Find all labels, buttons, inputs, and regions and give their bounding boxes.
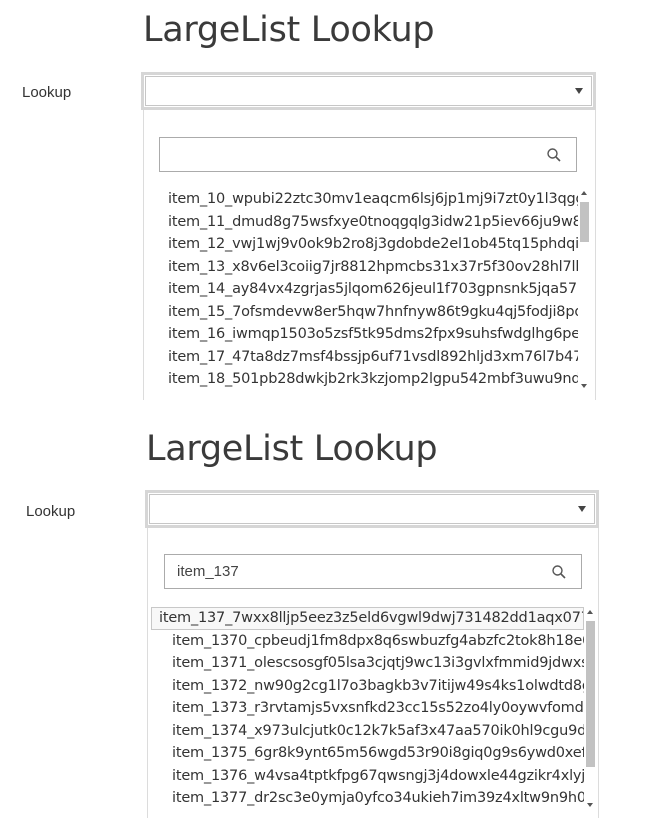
list-item[interactable]: item_10_wpubi22ztc30mv1eaqcm6lsj6jp1mj9i…: [160, 188, 580, 211]
list-item[interactable]: item_17_47ta8dz7msf4bssjp6uf71vsdl892hlj…: [160, 346, 580, 369]
chevron-down-icon[interactable]: [575, 88, 583, 94]
lookup-combobox-value: [145, 76, 592, 106]
list-item[interactable]: item_15_7ofsmdevw8er5hqw7hnfnyw86t9gku4q…: [160, 301, 580, 324]
list-scrollbar[interactable]: [578, 188, 591, 391]
lookup-combobox-value: [149, 494, 595, 524]
list-item[interactable]: item_1370_cpbeudj1fm8dpx8q6swbuzfg4abzfc…: [151, 630, 584, 653]
scroll-up-icon[interactable]: [581, 191, 587, 195]
lookup-combobox[interactable]: [141, 72, 596, 110]
lookup-panel-2: LargeList Lookup Lookup item_137 item_13…: [0, 420, 662, 834]
list-item[interactable]: item_13_x8v6el3coiig7jr8812hpmcbs31x37r5…: [160, 256, 580, 279]
list-item[interactable]: item_1375_6gr8k9ynt65m56wgd53r90i8giq0g9…: [151, 742, 584, 765]
list-item-highlighted[interactable]: item_137_7wxx8lljp5eez3z5eld6vgwl9dwj731…: [151, 607, 584, 630]
chevron-down-icon[interactable]: [578, 506, 586, 512]
search-icon[interactable]: [546, 147, 562, 163]
lookup-field-label: Lookup: [26, 503, 76, 520]
item-list: item_10_wpubi22ztc30mv1eaqcm6lsj6jp1mj9i…: [160, 188, 580, 391]
list-item[interactable]: item_1376_w4vsa4tptkfpg67qwsngj3j4dowxle…: [151, 765, 584, 788]
lookup-dropdown: item_137 item_137_7wxx8lljp5eez3z5eld6vg…: [147, 528, 599, 818]
list-item[interactable]: item_12_vwj1wj9v0ok9b2ro8j3gdobde2el1ob4…: [160, 233, 580, 256]
list-item[interactable]: item_11_dmud8g75wsfxye0tnoqgqlg3idw21p5i…: [160, 211, 580, 234]
search-input[interactable]: [159, 137, 577, 172]
search-icon[interactable]: [551, 564, 567, 580]
search-input-value: item_137: [177, 563, 239, 580]
list-scrollbar[interactable]: [584, 607, 597, 810]
lookup-combobox[interactable]: [145, 490, 599, 528]
scroll-down-icon[interactable]: [581, 384, 587, 388]
list-item[interactable]: item_1371_olescsosgf05lsa3cjqtj9wc13i3gv…: [151, 652, 584, 675]
list-item[interactable]: item_1372_nw90g2cg1l7o3bagkb3v7itijw49s4…: [151, 675, 584, 698]
list-item[interactable]: item_1374_x973ulcjutk0c12k7k5af3x47aa570…: [151, 720, 584, 743]
scroll-down-icon[interactable]: [587, 803, 593, 807]
lookup-panel-1: LargeList Lookup Lookup item_10_wpubi22z…: [0, 0, 662, 400]
list-item[interactable]: item_1373_r3rvtamjs5vxsnfkd23cc15s52zo4l…: [151, 697, 584, 720]
list-item[interactable]: item_14_ay84vx4zgrjas5jlqom626jeul1f703g…: [160, 278, 580, 301]
list-item[interactable]: item_16_iwmqp1503o5zsf5tk95dms2fpx9suhsf…: [160, 323, 580, 346]
page-title: LargeList Lookup: [143, 10, 435, 50]
list-item[interactable]: item_1377_dr2sc3e0ymja0yfco34ukieh7im39z…: [151, 787, 584, 810]
lookup-field-label: Lookup: [22, 84, 72, 101]
scrollbar-thumb[interactable]: [586, 621, 595, 767]
item-list: item_137_7wxx8lljp5eez3z5eld6vgwl9dwj731…: [151, 607, 584, 810]
page-title: LargeList Lookup: [146, 429, 438, 469]
scrollbar-thumb[interactable]: [580, 202, 589, 242]
search-input[interactable]: item_137: [164, 554, 582, 589]
lookup-dropdown: item_10_wpubi22ztc30mv1eaqcm6lsj6jp1mj9i…: [143, 110, 596, 400]
scroll-up-icon[interactable]: [587, 610, 593, 614]
list-item[interactable]: item_18_501pb28dwkjb2rk3kzjomp2lgpu542mb…: [160, 368, 580, 391]
